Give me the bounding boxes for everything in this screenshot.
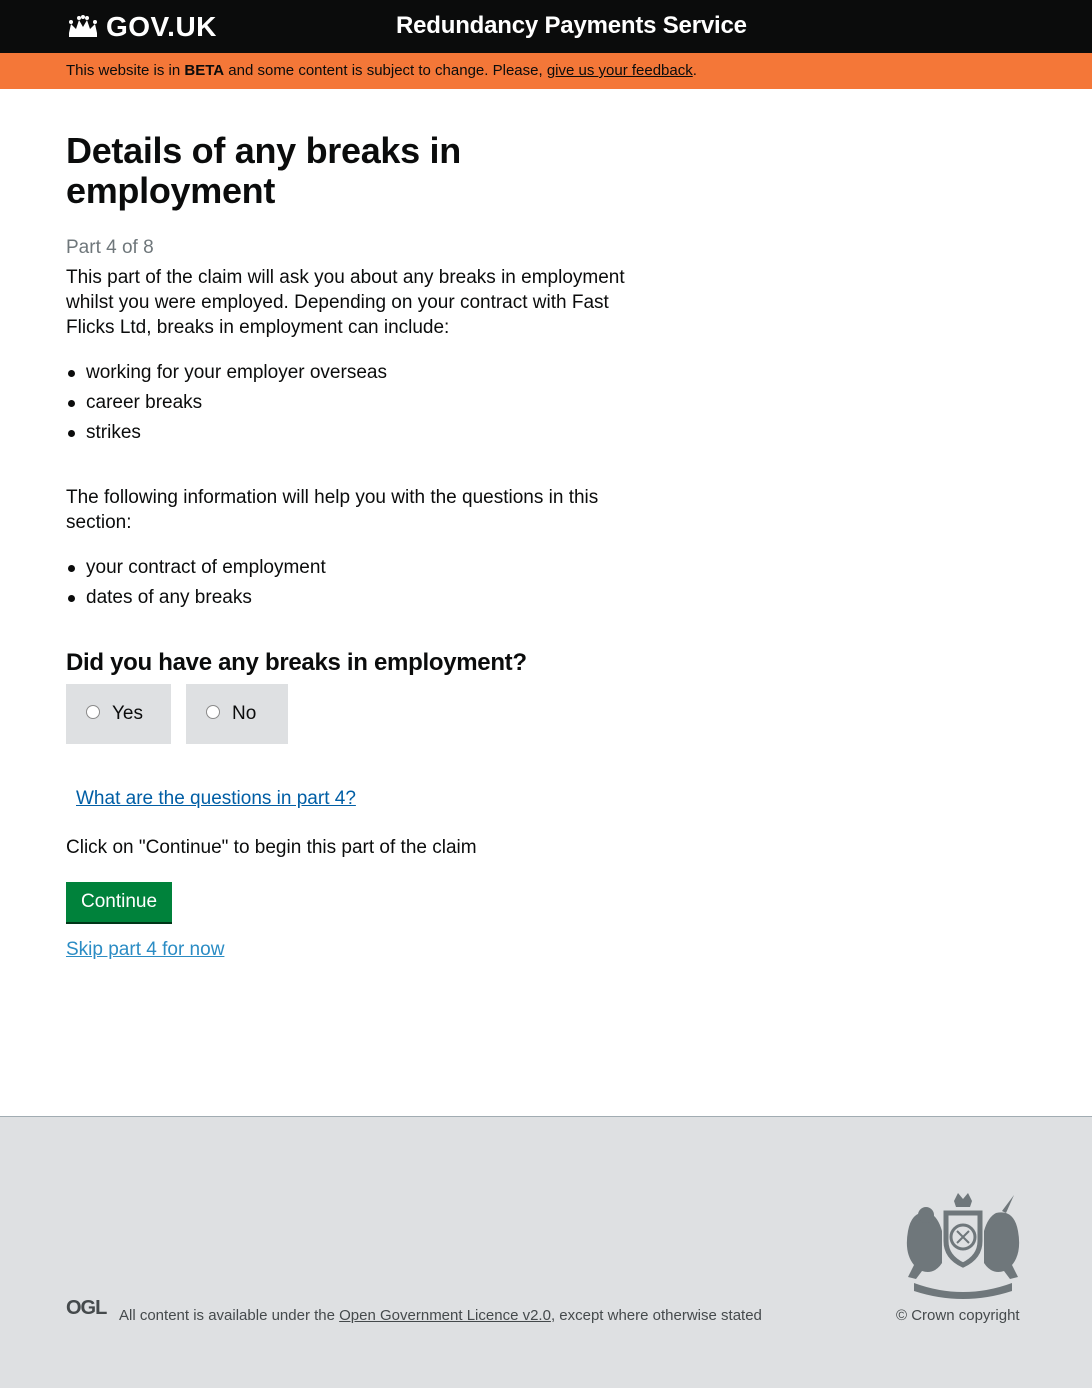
radio-circle-icon[interactable] [206, 705, 220, 719]
ogl-logo: OGL [66, 1297, 107, 1319]
continue-instruction: Click on "Continue" to begin this part o… [66, 837, 477, 858]
licence-suffix: , except where otherwise stated [550, 1307, 762, 1324]
logo-text: GOV.UK [106, 11, 217, 42]
break-types-list: working for your employer overseas caree… [66, 360, 626, 445]
list-item: career breaks [66, 390, 626, 415]
licence-text: All content is available under the Open … [119, 1307, 762, 1324]
licence-prefix: All content is available under the [119, 1307, 340, 1324]
radio-circle-icon[interactable] [86, 705, 100, 719]
feedback-link[interactable]: give us your feedback [547, 62, 693, 79]
copyright-link[interactable]: © Crown copyright [896, 1307, 1020, 1324]
crown-icon [69, 15, 97, 37]
radio-no[interactable]: No [186, 684, 288, 744]
questions-in-part-link[interactable]: What are the questions in part 4? [76, 788, 356, 809]
list-item: strikes [66, 420, 626, 445]
radio-no-label: No [232, 703, 257, 724]
radio-yes-label: Yes [112, 703, 143, 724]
yes-no-radio-group: Yes No [66, 684, 626, 744]
info-items-list: your contract of employment dates of any… [66, 555, 626, 610]
part-label: Part 4 of 8 [66, 237, 154, 258]
beta-middle: and some content is subject to change. P… [224, 62, 547, 79]
skip-part-link[interactable]: Skip part 4 for now [66, 939, 224, 960]
site-header: GOV.UK Redundancy Payments Service [0, 0, 1092, 53]
royal-coat-of-arms-icon [906, 1193, 1020, 1299]
question-heading: Did you have any breaks in employment? [66, 649, 527, 676]
radio-yes[interactable]: Yes [66, 684, 171, 744]
beta-tag: BETA [184, 62, 225, 79]
crown-copyright: © Crown copyright [896, 1307, 1020, 1324]
list-item: your contract of employment [66, 555, 626, 580]
govuk-logo-link[interactable]: GOV.UK [66, 10, 217, 44]
page-title: Details of any breaks in employment [66, 130, 461, 211]
main-content: Details of any breaks in employment Part… [66, 89, 626, 961]
continue-button[interactable]: Continue [66, 882, 173, 922]
intro-text: This part of the claim will ask you abou… [66, 267, 625, 338]
list-item: dates of any breaks [66, 585, 626, 610]
licence-link[interactable]: Open Government Licence v2.0 [339, 1307, 551, 1324]
info-intro-text: The following information will help you … [66, 487, 599, 533]
beta-banner: This website is in BETA and some content… [0, 53, 1092, 89]
site-footer: OGL All content is available under the O… [0, 1116, 1092, 1388]
service-name-link[interactable]: Redundancy Payments Service [396, 12, 747, 40]
list-item: working for your employer overseas [66, 360, 626, 385]
beta-suffix: . [692, 62, 697, 79]
beta-prefix: This website is in [66, 62, 185, 79]
